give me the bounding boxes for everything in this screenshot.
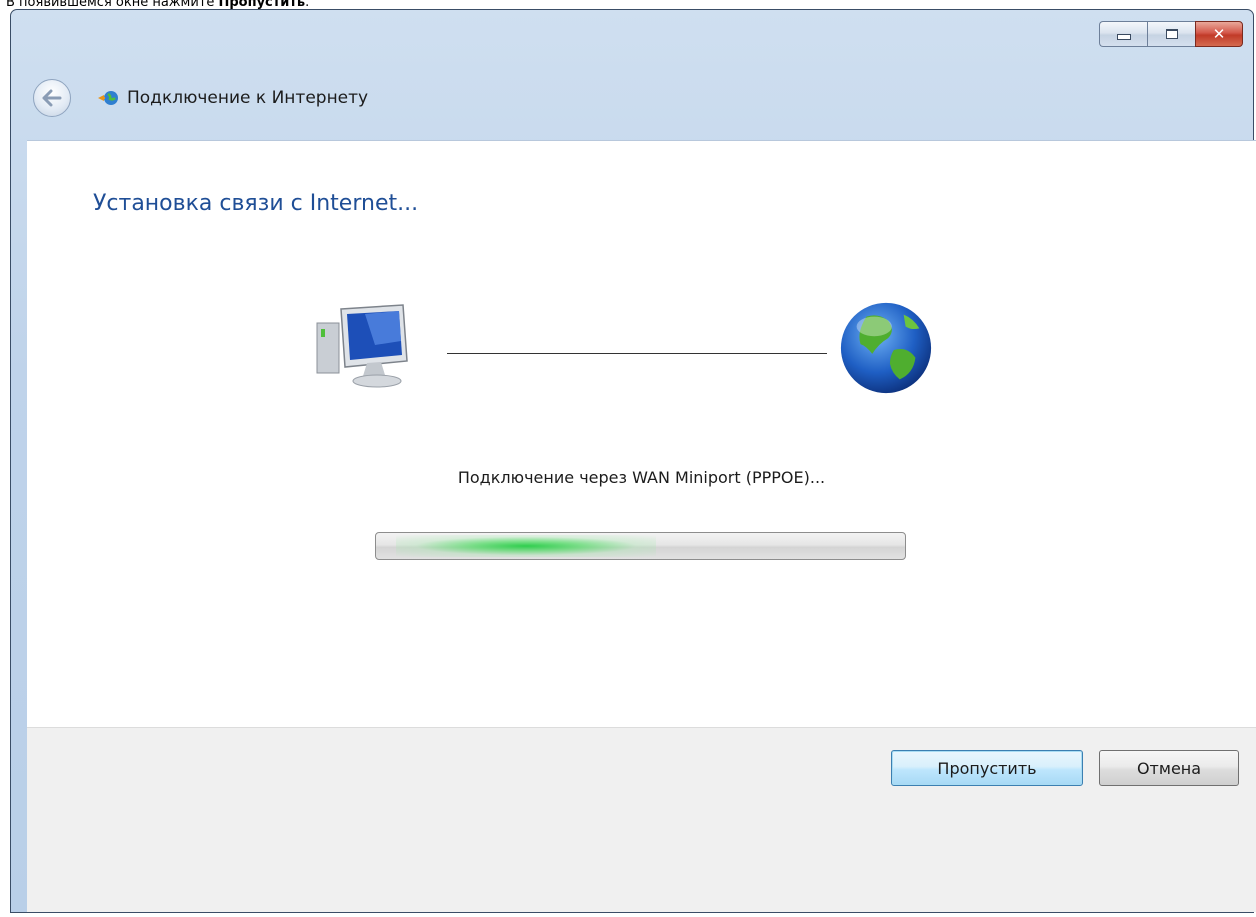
minimize-icon: [1116, 34, 1131, 40]
globe-icon: [840, 302, 932, 394]
computer-icon: [316, 304, 408, 388]
maximize-button[interactable]: [1147, 21, 1195, 47]
back-arrow-icon: [42, 89, 62, 107]
cancel-button[interactable]: Отмена: [1099, 750, 1239, 786]
button-bar: Пропустить Отмена: [27, 727, 1256, 912]
content-area: Установка связи с Internet... Подключени…: [27, 140, 1256, 728]
network-globe-icon: [98, 91, 118, 105]
progress-bar: [375, 532, 906, 560]
connection-line: [447, 353, 827, 354]
connection-window: ✕ Подключение к Интернету Установка связ…: [10, 9, 1256, 913]
connection-status: Подключение через WAN Miniport (PPPOE)..…: [457, 468, 826, 487]
skip-button[interactable]: Пропустить: [891, 750, 1083, 786]
close-button[interactable]: ✕: [1195, 21, 1243, 47]
window-title: Подключение к Интернету: [127, 88, 369, 108]
progress-indicator: [396, 535, 656, 557]
page-title: Установка связи с Internet...: [93, 191, 419, 216]
navigation-bar: Подключение к Интернету: [33, 78, 368, 118]
window-controls: ✕: [1099, 21, 1243, 47]
back-button[interactable]: [33, 79, 71, 117]
minimize-button[interactable]: [1099, 21, 1147, 47]
close-icon: ✕: [1212, 25, 1226, 43]
maximize-icon: [1165, 29, 1178, 39]
